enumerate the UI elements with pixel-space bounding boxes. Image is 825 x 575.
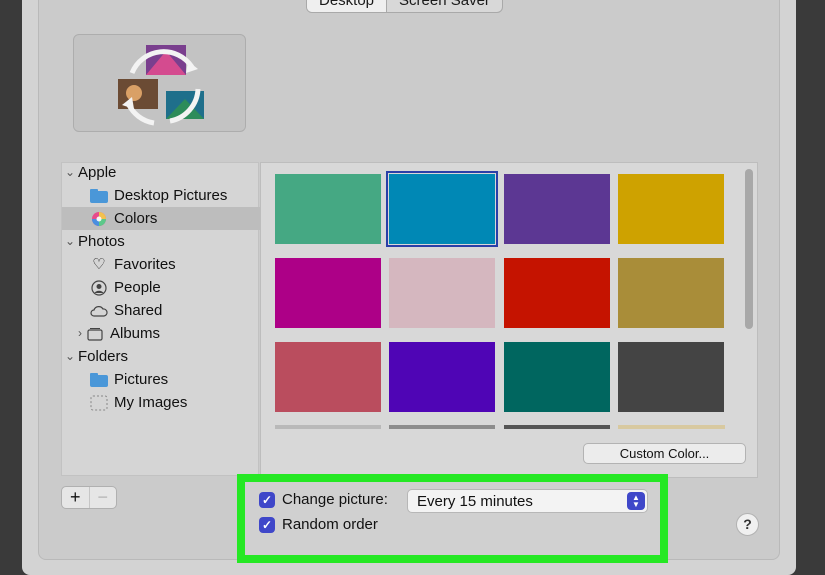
sidebar-group-apple[interactable]: ⌄ Apple [62, 161, 260, 184]
chevron-right-icon[interactable]: › [74, 322, 86, 345]
sidebar-item-pictures[interactable]: Pictures [62, 368, 260, 391]
remove-button[interactable]: − [88, 487, 117, 508]
next-row-hint [275, 425, 725, 429]
chevron-down-icon[interactable]: ⌄ [62, 345, 78, 368]
sidebar-item-favorites[interactable]: ♡ Favorites [62, 253, 260, 276]
tab-bar: Desktop Screen Saver [306, 0, 503, 13]
vertical-scrollbar[interactable] [745, 169, 753, 329]
folder-icon [90, 188, 108, 204]
wallpaper-preview [73, 34, 246, 132]
sidebar-item-albums[interactable]: › Albums [62, 322, 260, 345]
color-grid: Custom Color... [260, 162, 758, 478]
random-order-label: Random order [282, 516, 378, 533]
random-order-checkbox[interactable]: ✓ [259, 517, 275, 533]
color-swatch[interactable] [389, 342, 495, 412]
dotted-folder-icon [90, 395, 108, 411]
up-down-chevron-icon: ▲ ▼ [627, 492, 645, 510]
sidebar-item-shared[interactable]: Shared [62, 299, 260, 322]
source-list: ⌄ Apple Desktop Pictures Colors ⌄ Photos… [61, 161, 260, 476]
color-wheel-icon [90, 211, 108, 227]
color-swatch[interactable] [504, 174, 610, 244]
album-icon [86, 326, 104, 342]
custom-color-button[interactable]: Custom Color... [583, 443, 746, 464]
add-remove-control: + − [61, 486, 117, 509]
sidebar-item-colors[interactable]: Colors [62, 207, 260, 230]
add-button[interactable]: + [62, 487, 89, 508]
color-swatch[interactable] [618, 342, 724, 412]
tab-screen-saver[interactable]: Screen Saver [387, 0, 502, 12]
color-swatch[interactable] [389, 258, 495, 328]
color-swatch-selected[interactable] [386, 171, 498, 247]
cloud-icon [90, 303, 108, 319]
color-swatch[interactable] [504, 342, 610, 412]
rotating-pictures-icon [118, 45, 204, 126]
sidebar-item-people[interactable]: People [62, 276, 260, 299]
color-swatch[interactable] [275, 174, 381, 244]
folder-icon [90, 372, 108, 388]
color-swatch[interactable] [504, 258, 610, 328]
interval-select[interactable]: Every 15 minutes ▲ ▼ [407, 489, 648, 513]
sidebar-group-photos[interactable]: ⌄ Photos [62, 230, 260, 253]
color-swatch[interactable] [275, 258, 381, 328]
change-picture-checkbox[interactable]: ✓ [259, 492, 275, 508]
color-swatch[interactable] [275, 342, 381, 412]
heart-icon: ♡ [92, 256, 106, 273]
sidebar-item-my-images[interactable]: My Images [62, 391, 260, 414]
color-swatch[interactable] [618, 258, 724, 328]
sidebar-group-folders[interactable]: ⌄ Folders [62, 345, 260, 368]
interval-value: Every 15 minutes [417, 493, 533, 510]
chevron-down-icon[interactable]: ⌄ [62, 230, 78, 253]
help-button[interactable]: ? [736, 513, 759, 536]
chevron-down-icon[interactable]: ⌄ [62, 161, 78, 184]
tab-desktop[interactable]: Desktop [307, 0, 388, 12]
change-picture-label: Change picture: [282, 491, 388, 508]
person-icon [90, 279, 108, 296]
color-swatch[interactable] [618, 174, 724, 244]
sidebar-item-desktop-pictures[interactable]: Desktop Pictures [62, 184, 260, 207]
